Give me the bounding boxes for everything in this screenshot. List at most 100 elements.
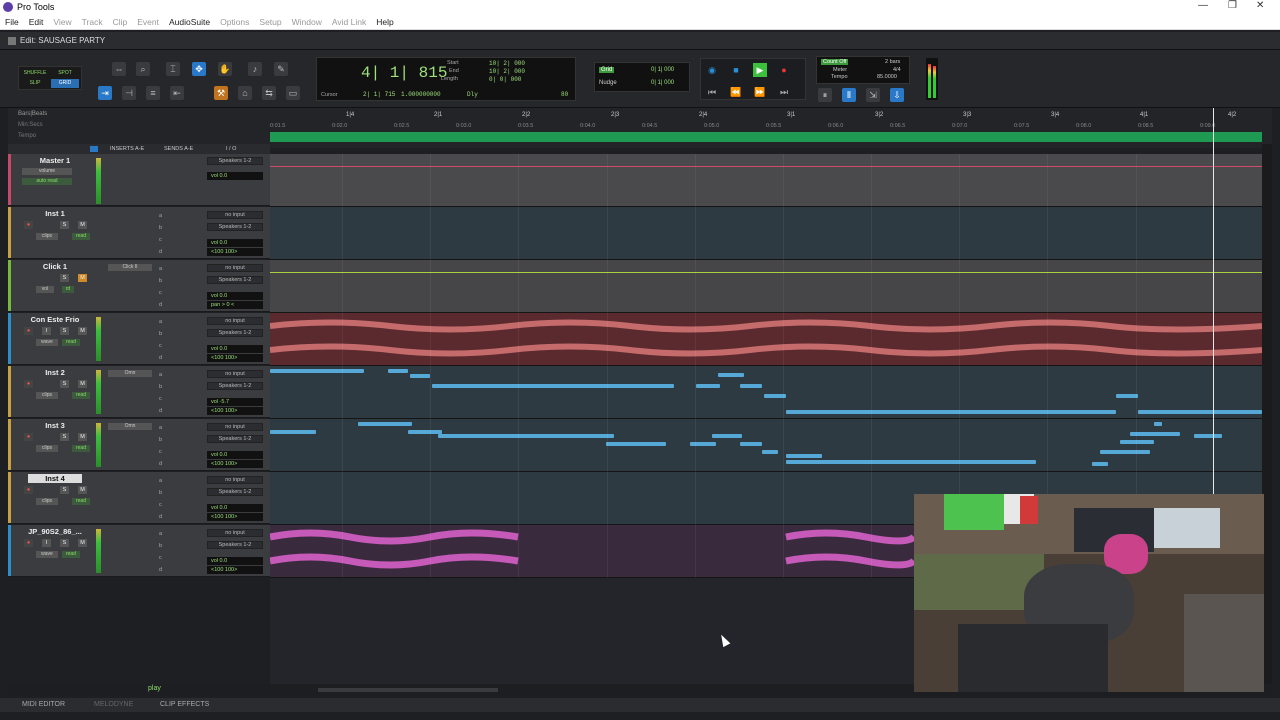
insertion-follows-icon[interactable]: ⇤ bbox=[170, 86, 184, 100]
count-off-label[interactable]: Count Off bbox=[821, 59, 849, 65]
wait-for-note-icon[interactable]: ⏸ bbox=[818, 88, 832, 102]
send-a[interactable]: a bbox=[159, 319, 162, 325]
automation-mode[interactable]: auto read bbox=[22, 178, 72, 185]
send-d[interactable]: d bbox=[159, 355, 162, 361]
midi-note[interactable] bbox=[1138, 410, 1262, 414]
send-b[interactable]: b bbox=[159, 225, 162, 231]
track-view-selector[interactable]: wave bbox=[36, 551, 58, 558]
track-name[interactable]: JP_90S2_86_... bbox=[20, 527, 90, 536]
track-name[interactable]: Inst 2 bbox=[20, 368, 90, 377]
input-selector[interactable]: no input bbox=[207, 529, 263, 537]
solo-button[interactable]: S bbox=[60, 433, 69, 441]
main-counter[interactable]: 4| 1| 815 Cursor 2| 1| 715 1.000000000 S… bbox=[316, 57, 576, 101]
input-selector[interactable]: no input bbox=[207, 476, 263, 484]
send-d[interactable]: d bbox=[159, 461, 162, 467]
send-d[interactable]: d bbox=[159, 408, 162, 414]
pan-readout[interactable]: <100 100> bbox=[207, 513, 263, 521]
output-selector[interactable]: Speakers 1-2 bbox=[207, 157, 263, 165]
send-d[interactable]: d bbox=[159, 567, 162, 573]
send-d[interactable]: d bbox=[159, 302, 162, 308]
mute-button[interactable]: M bbox=[78, 221, 87, 229]
zoom-preset-icon[interactable]: ⚒ bbox=[214, 86, 228, 100]
track-view-selector[interactable]: clips bbox=[36, 233, 58, 240]
output-selector[interactable]: Speakers 1-2 bbox=[207, 435, 263, 443]
layout-icon[interactable]: ▭ bbox=[286, 86, 300, 100]
scrub-icon[interactable]: ♪ bbox=[248, 62, 262, 76]
midi-note[interactable] bbox=[1154, 422, 1162, 426]
track-header-inst1[interactable]: Inst 1 ● S M clips read a b c d no input… bbox=[8, 207, 270, 259]
send-a[interactable]: a bbox=[159, 266, 162, 272]
trim-icon[interactable]: ⌶ bbox=[166, 62, 180, 76]
pan-readout[interactable]: <100 100> bbox=[207, 407, 263, 415]
tempo-ruler-bar[interactable] bbox=[270, 132, 1262, 142]
automation-mode[interactable]: read bbox=[62, 551, 80, 558]
return-to-zero-icon[interactable]: ⏮ bbox=[705, 85, 719, 99]
insert-plugin-omnisphere[interactable]: Omn bbox=[108, 423, 152, 430]
automation-mode[interactable]: read bbox=[72, 233, 90, 240]
menu-options[interactable]: Options bbox=[215, 17, 254, 27]
track-name[interactable]: Inst 4 bbox=[28, 474, 82, 483]
send-c[interactable]: c bbox=[159, 237, 162, 243]
solo-button[interactable]: S bbox=[60, 274, 69, 282]
midi-note[interactable] bbox=[1120, 440, 1154, 444]
hand-icon[interactable]: ✋ bbox=[218, 62, 232, 76]
tempo-value[interactable]: 85.0000 bbox=[877, 74, 897, 80]
solo-button[interactable]: S bbox=[60, 380, 69, 388]
record-arm-button[interactable]: ● bbox=[24, 539, 33, 547]
volume-automation-line[interactable] bbox=[270, 166, 1262, 167]
spot-mode-button[interactable]: SPOT bbox=[51, 69, 79, 78]
nudge-icon[interactable]: ⇆ bbox=[262, 86, 276, 100]
midi-note[interactable] bbox=[696, 384, 720, 388]
automation-mode[interactable]: read bbox=[72, 392, 90, 399]
output-selector[interactable]: Speakers 1-2 bbox=[207, 382, 263, 390]
end-value[interactable]: 10| 2| 000 bbox=[489, 68, 525, 75]
horizontal-scrollbar[interactable] bbox=[318, 688, 498, 692]
record-arm-button[interactable]: ● bbox=[24, 486, 33, 494]
volume-readout[interactable]: vol 0.0 bbox=[207, 292, 263, 300]
output-selector[interactable]: Speakers 1-2 bbox=[207, 276, 263, 284]
volume-readout[interactable]: vol 0.0 bbox=[207, 345, 263, 353]
midi-note[interactable] bbox=[740, 442, 762, 446]
midi-note[interactable] bbox=[712, 434, 742, 438]
stop-icon[interactable]: ■ bbox=[729, 63, 743, 77]
timeline-rulers[interactable]: Bars|Beats Min:Secs Tempo 1|4 2|1 2|2 2|… bbox=[8, 108, 1272, 148]
lane-inst3[interactable] bbox=[270, 419, 1262, 472]
nudge-value[interactable]: 0| 1| 000 bbox=[651, 80, 674, 86]
grid-mode-button[interactable]: GRID bbox=[51, 79, 79, 88]
online-icon[interactable]: ◉ bbox=[705, 63, 719, 77]
menu-window[interactable]: Window bbox=[287, 17, 327, 27]
track-options-icon[interactable] bbox=[90, 146, 98, 152]
midi-note[interactable] bbox=[740, 384, 762, 388]
close-icon[interactable]: ✕ bbox=[1256, 0, 1264, 11]
pan-readout[interactable]: pan > 0 < bbox=[207, 301, 263, 309]
menu-event[interactable]: Event bbox=[132, 17, 164, 27]
send-c[interactable]: c bbox=[159, 290, 162, 296]
play-icon[interactable]: ▶ bbox=[753, 63, 767, 77]
menu-clip[interactable]: Clip bbox=[108, 17, 133, 27]
volume-readout[interactable]: vol 0.0 bbox=[207, 504, 263, 512]
send-a[interactable]: a bbox=[159, 213, 162, 219]
insert-plugin-omnisphere[interactable]: Omn bbox=[108, 370, 152, 377]
send-b[interactable]: b bbox=[159, 543, 162, 549]
track-header-master[interactable]: Master 1 volume auto read Speakers 1-2 v… bbox=[8, 154, 270, 206]
midi-note[interactable] bbox=[432, 384, 674, 388]
pan-readout[interactable]: <100 100> bbox=[207, 248, 263, 256]
output-selector[interactable]: Speakers 1-2 bbox=[207, 488, 263, 496]
input-selector[interactable]: no input bbox=[207, 317, 263, 325]
send-c[interactable]: c bbox=[159, 396, 162, 402]
midi-note[interactable] bbox=[270, 369, 364, 373]
midi-note[interactable] bbox=[270, 430, 316, 434]
output-selector[interactable]: Speakers 1-2 bbox=[207, 329, 263, 337]
menu-help[interactable]: Help bbox=[371, 17, 398, 27]
track-name[interactable]: Con Este Frio bbox=[20, 315, 90, 324]
snap-icon[interactable]: ⌂ bbox=[238, 86, 252, 100]
send-a[interactable]: a bbox=[159, 425, 162, 431]
send-b[interactable]: b bbox=[159, 384, 162, 390]
meter-value[interactable]: 4/4 bbox=[893, 67, 901, 73]
record-arm-button[interactable]: ● bbox=[24, 433, 33, 441]
playhead-cursor[interactable] bbox=[1213, 108, 1214, 494]
send-a[interactable]: a bbox=[159, 531, 162, 537]
fast-forward-icon[interactable]: ⏩ bbox=[753, 85, 767, 99]
record-arm-button[interactable]: ● bbox=[24, 221, 33, 229]
preroll-value[interactable]: 80 bbox=[561, 91, 568, 98]
